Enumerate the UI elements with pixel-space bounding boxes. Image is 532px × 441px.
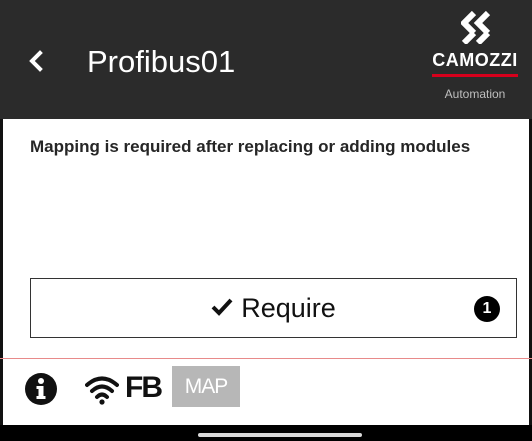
app-header: Profibus01 CAMOZZI Automation (0, 0, 532, 119)
check-icon (211, 293, 233, 324)
step-badge: 1 (474, 296, 500, 322)
mapping-message: Mapping is required after replacing or a… (30, 137, 471, 156)
logo-name: CAMOZZI (432, 50, 518, 70)
require-button[interactable]: Require 1 (30, 278, 517, 338)
system-nav-bar (0, 425, 532, 441)
back-button[interactable] (26, 44, 50, 78)
logo-accent-line (432, 74, 518, 77)
map-label[interactable]: MAP (172, 366, 240, 407)
home-handle[interactable] (198, 433, 362, 437)
chevron-left-icon (29, 50, 43, 72)
camozzi-mark-icon (461, 10, 491, 44)
logo-subtitle: Automation (444, 87, 506, 101)
require-label: Require (241, 292, 336, 323)
camozzi-logo: CAMOZZI Automation (425, 8, 525, 108)
fb-label[interactable]: FB (125, 371, 163, 405)
page-title: Profibus01 (87, 44, 236, 79)
info-icon[interactable] (24, 372, 58, 411)
footer-divider (0, 358, 532, 359)
wifi-icon[interactable] (85, 374, 119, 411)
